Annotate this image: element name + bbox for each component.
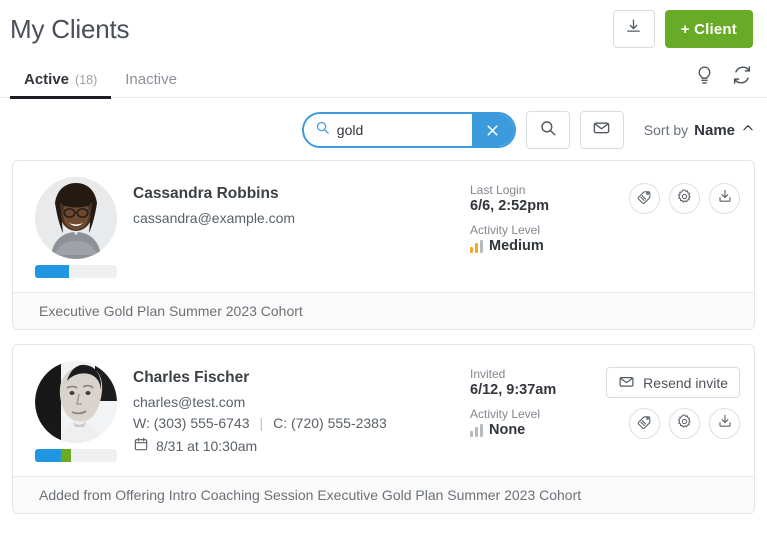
search-box[interactable] bbox=[301, 112, 516, 148]
client-phones: W: (303) 555-6743 | C: (720) 555-2383 bbox=[133, 415, 470, 431]
tab-active-count: (18) bbox=[75, 73, 98, 87]
resend-invite-button[interactable]: Resend invite bbox=[606, 367, 740, 398]
download-icon bbox=[717, 413, 733, 434]
tag-icon bbox=[636, 413, 653, 435]
export-download-button[interactable] bbox=[612, 10, 655, 48]
client-card[interactable]: Cassandra Robbins cassandra@example.com … bbox=[12, 160, 755, 330]
resend-invite-label: Resend invite bbox=[643, 374, 728, 391]
gear-icon bbox=[676, 413, 693, 435]
meta-value: 6/6, 2:52pm bbox=[470, 198, 549, 214]
tab-active[interactable]: Active (18) bbox=[10, 71, 112, 99]
activity-level: Medium bbox=[470, 238, 620, 254]
download-icon bbox=[625, 18, 642, 40]
client-info: Charles Fischer charles@test.com W: (303… bbox=[133, 361, 470, 460]
search-field[interactable] bbox=[304, 114, 472, 146]
sort-by-label: Sort by bbox=[643, 122, 689, 138]
envelope-icon bbox=[592, 118, 611, 142]
activity-bars-icon bbox=[470, 423, 483, 437]
search-input[interactable] bbox=[336, 122, 466, 138]
activity-level: None bbox=[470, 422, 620, 438]
tab-inactive[interactable]: Inactive bbox=[111, 71, 191, 98]
sort-by-value: Name bbox=[694, 121, 735, 139]
search-icon bbox=[315, 120, 330, 140]
appointment-text: 8/31 at 10:30am bbox=[156, 437, 258, 454]
avatar bbox=[35, 177, 117, 259]
search-submit-button[interactable] bbox=[525, 111, 570, 149]
meta-value: 6/12, 9:37am bbox=[470, 382, 557, 398]
client-name: Cassandra Robbins bbox=[133, 185, 279, 202]
client-card-footer: Added from Offering Intro Coaching Sessi… bbox=[13, 476, 754, 513]
lightbulb-icon[interactable] bbox=[694, 65, 715, 86]
progress-bar bbox=[35, 449, 117, 462]
progress-bar bbox=[35, 265, 117, 278]
client-email: cassandra@example.com bbox=[133, 210, 296, 226]
tag-icon-button[interactable] bbox=[629, 408, 660, 439]
chevron-up-icon bbox=[741, 121, 755, 140]
settings-icon-button[interactable] bbox=[669, 408, 700, 439]
envelope-icon bbox=[618, 373, 635, 393]
header-actions: + Client bbox=[612, 10, 753, 48]
tag-icon bbox=[636, 188, 653, 210]
client-card-body: Cassandra Robbins cassandra@example.com … bbox=[13, 161, 754, 292]
tabs: Active (18) Inactive bbox=[0, 58, 767, 99]
tab-active-label: Active bbox=[24, 71, 70, 88]
tag-icon-button[interactable] bbox=[629, 183, 660, 214]
avatar bbox=[35, 361, 117, 443]
client-card[interactable]: Charles Fischer charles@test.com W: (303… bbox=[12, 344, 755, 514]
client-list: Cassandra Robbins cassandra@example.com … bbox=[0, 160, 767, 514]
avatar-column bbox=[35, 361, 133, 462]
circle-action-buttons bbox=[629, 183, 740, 214]
page-header: My Clients + Client bbox=[0, 0, 767, 58]
gear-icon bbox=[676, 188, 693, 210]
circle-action-buttons bbox=[629, 408, 740, 439]
sort-by-control[interactable]: Sort by Name bbox=[644, 121, 755, 140]
client-phone-work: W: (303) 555-6743 bbox=[133, 415, 250, 431]
activity-value: Medium bbox=[489, 238, 544, 254]
activity-value: None bbox=[489, 422, 526, 438]
client-phone-cell: C: (720) 555-2383 bbox=[273, 415, 387, 431]
meta-label: Last Login bbox=[470, 183, 526, 197]
tab-inactive-label: Inactive bbox=[125, 71, 177, 88]
client-name: Charles Fischer bbox=[133, 369, 250, 386]
client-card-footer: Executive Gold Plan Summer 2023 Cohort bbox=[13, 292, 754, 329]
download-icon-button[interactable] bbox=[709, 408, 740, 439]
tabs-row: Active (18) Inactive bbox=[0, 58, 767, 99]
search-row: Sort by Name bbox=[0, 98, 767, 160]
add-client-button[interactable]: + Client bbox=[664, 10, 753, 48]
activity-label: Activity Level bbox=[470, 407, 541, 421]
message-clients-button[interactable] bbox=[579, 111, 624, 149]
settings-icon-button[interactable] bbox=[669, 183, 700, 214]
activity-bars-icon bbox=[470, 239, 483, 253]
client-actions bbox=[620, 177, 740, 214]
download-icon-button[interactable] bbox=[709, 183, 740, 214]
client-meta: Invited 6/12, 9:37am Activity Level None bbox=[470, 361, 620, 438]
client-card-body: Charles Fischer charles@test.com W: (303… bbox=[13, 345, 754, 476]
avatar-column bbox=[35, 177, 133, 278]
client-info: Cassandra Robbins cassandra@example.com bbox=[133, 177, 470, 231]
client-appointment: 8/31 at 10:30am bbox=[133, 436, 470, 455]
clients-page: My Clients + Client Active (18) Inactive bbox=[0, 0, 767, 555]
progress-segment-blue bbox=[35, 449, 62, 462]
client-meta: Last Login 6/6, 2:52pm Activity Level Me… bbox=[470, 177, 620, 254]
download-icon bbox=[717, 188, 733, 209]
client-actions: Resend invite bbox=[606, 361, 740, 439]
meta-label: Invited bbox=[470, 367, 506, 381]
clear-search-button[interactable] bbox=[471, 114, 514, 146]
refresh-icon[interactable] bbox=[731, 64, 753, 86]
progress-segment-blue bbox=[35, 265, 70, 278]
phone-separator: | bbox=[259, 415, 264, 431]
tabs-right-icons bbox=[694, 64, 753, 86]
progress-segment-green bbox=[61, 449, 72, 462]
search-icon bbox=[539, 119, 557, 142]
activity-label: Activity Level bbox=[470, 223, 541, 237]
client-email: charles@test.com bbox=[133, 394, 246, 410]
calendar-icon bbox=[133, 436, 149, 455]
